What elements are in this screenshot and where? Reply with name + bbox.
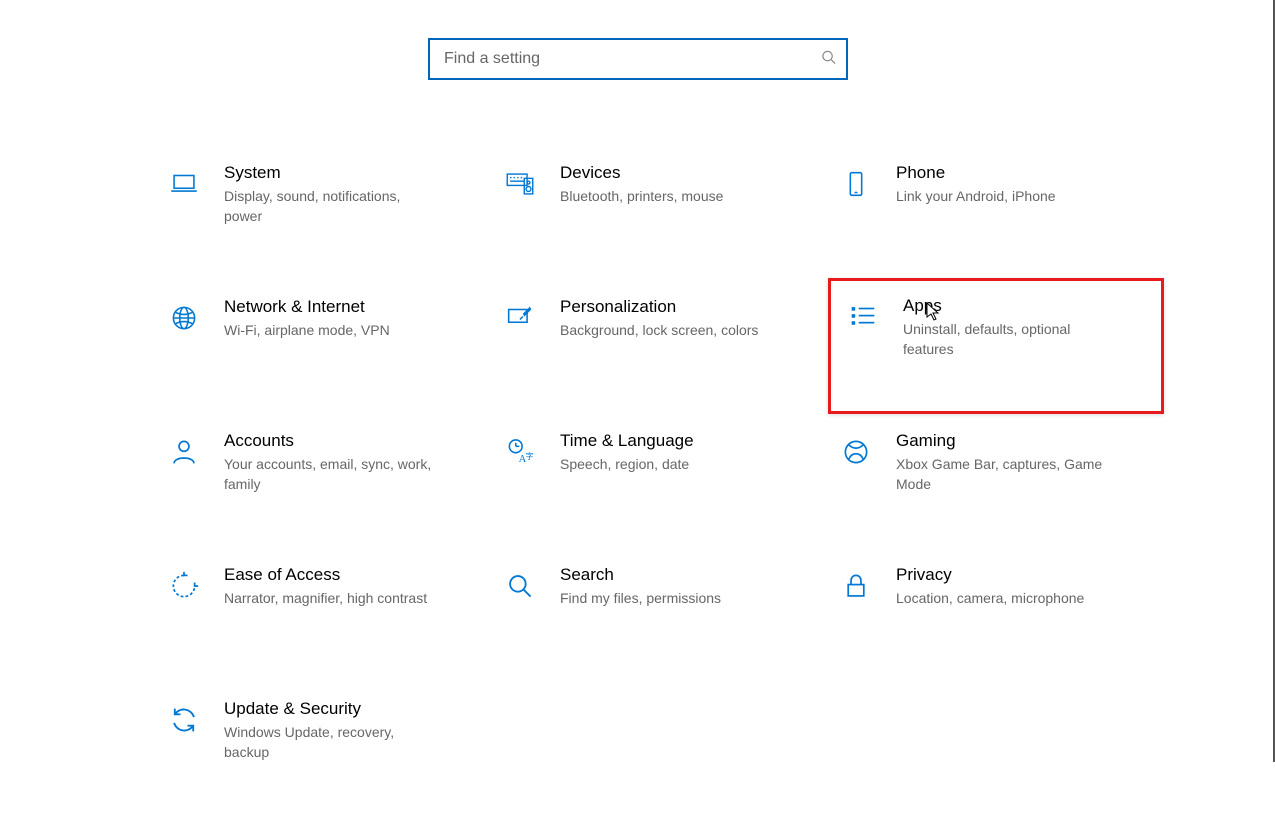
tile-network[interactable]: Network & Internet Wi-Fi, airplane mode,…: [162, 284, 492, 414]
tile-ease-of-access[interactable]: Ease of Access Narrator, magnifier, high…: [162, 552, 492, 682]
tile-gaming[interactable]: Gaming Xbox Game Bar, captures, Game Mod…: [834, 418, 1164, 548]
svg-text:字: 字: [526, 451, 534, 461]
ease-of-access-icon: [162, 564, 206, 608]
tile-title: Devices: [560, 162, 723, 184]
tile-desc: Speech, region, date: [560, 454, 694, 474]
tile-title: Privacy: [896, 564, 1084, 586]
person-icon: [162, 430, 206, 474]
tile-desc: Link your Android, iPhone: [896, 186, 1056, 206]
tile-title: Update & Security: [224, 698, 436, 720]
tile-desc: Your accounts, email, sync, work, family: [224, 454, 436, 494]
paintbrush-icon: [498, 296, 542, 340]
phone-icon: [834, 162, 878, 206]
sync-icon: [162, 698, 206, 742]
tile-title: Ease of Access: [224, 564, 427, 586]
tile-title: Gaming: [896, 430, 1108, 452]
tile-desc: Find my files, permissions: [560, 588, 721, 608]
tile-title: System: [224, 162, 436, 184]
tile-accounts[interactable]: Accounts Your accounts, email, sync, wor…: [162, 418, 492, 548]
tile-phone[interactable]: Phone Link your Android, iPhone: [834, 150, 1164, 280]
tile-desc: Display, sound, notifications, power: [224, 186, 436, 226]
clock-language-icon: A 字: [498, 430, 542, 474]
tile-title: Apps: [903, 295, 1115, 317]
tile-title: Accounts: [224, 430, 436, 452]
tile-apps[interactable]: Apps Uninstall, defaults, optional featu…: [828, 278, 1164, 414]
tile-title: Personalization: [560, 296, 758, 318]
tile-privacy[interactable]: Privacy Location, camera, microphone: [834, 552, 1164, 682]
tile-title: Phone: [896, 162, 1056, 184]
magnifier-icon: [498, 564, 542, 608]
tile-update-security[interactable]: Update & Security Windows Update, recove…: [162, 686, 492, 816]
settings-grid: System Display, sound, notifications, po…: [162, 150, 1162, 816]
globe-icon: [162, 296, 206, 340]
xbox-icon: [834, 430, 878, 474]
tile-time-language[interactable]: A 字 Time & Language Speech, region, date: [498, 418, 828, 548]
laptop-icon: [162, 162, 206, 206]
keyboard-speaker-icon: [498, 162, 542, 206]
apps-list-icon: [841, 295, 885, 339]
tile-system[interactable]: System Display, sound, notifications, po…: [162, 150, 492, 280]
tile-desc: Uninstall, defaults, optional features: [903, 319, 1115, 359]
tile-desc: Location, camera, microphone: [896, 588, 1084, 608]
tile-title: Time & Language: [560, 430, 694, 452]
search-container: [428, 38, 848, 80]
tile-desc: Narrator, magnifier, high contrast: [224, 588, 427, 608]
tile-search[interactable]: Search Find my files, permissions: [498, 552, 828, 682]
lock-icon: [834, 564, 878, 608]
tile-desc: Xbox Game Bar, captures, Game Mode: [896, 454, 1108, 494]
settings-window: System Display, sound, notifications, po…: [0, 0, 1275, 762]
tile-desc: Windows Update, recovery, backup: [224, 722, 436, 762]
tile-title: Network & Internet: [224, 296, 390, 318]
tile-desc: Wi-Fi, airplane mode, VPN: [224, 320, 390, 340]
tile-personalization[interactable]: Personalization Background, lock screen,…: [498, 284, 828, 414]
search-input[interactable]: [428, 38, 848, 80]
tile-desc: Bluetooth, printers, mouse: [560, 186, 723, 206]
tile-title: Search: [560, 564, 721, 586]
tile-desc: Background, lock screen, colors: [560, 320, 758, 340]
tile-devices[interactable]: Devices Bluetooth, printers, mouse: [498, 150, 828, 280]
